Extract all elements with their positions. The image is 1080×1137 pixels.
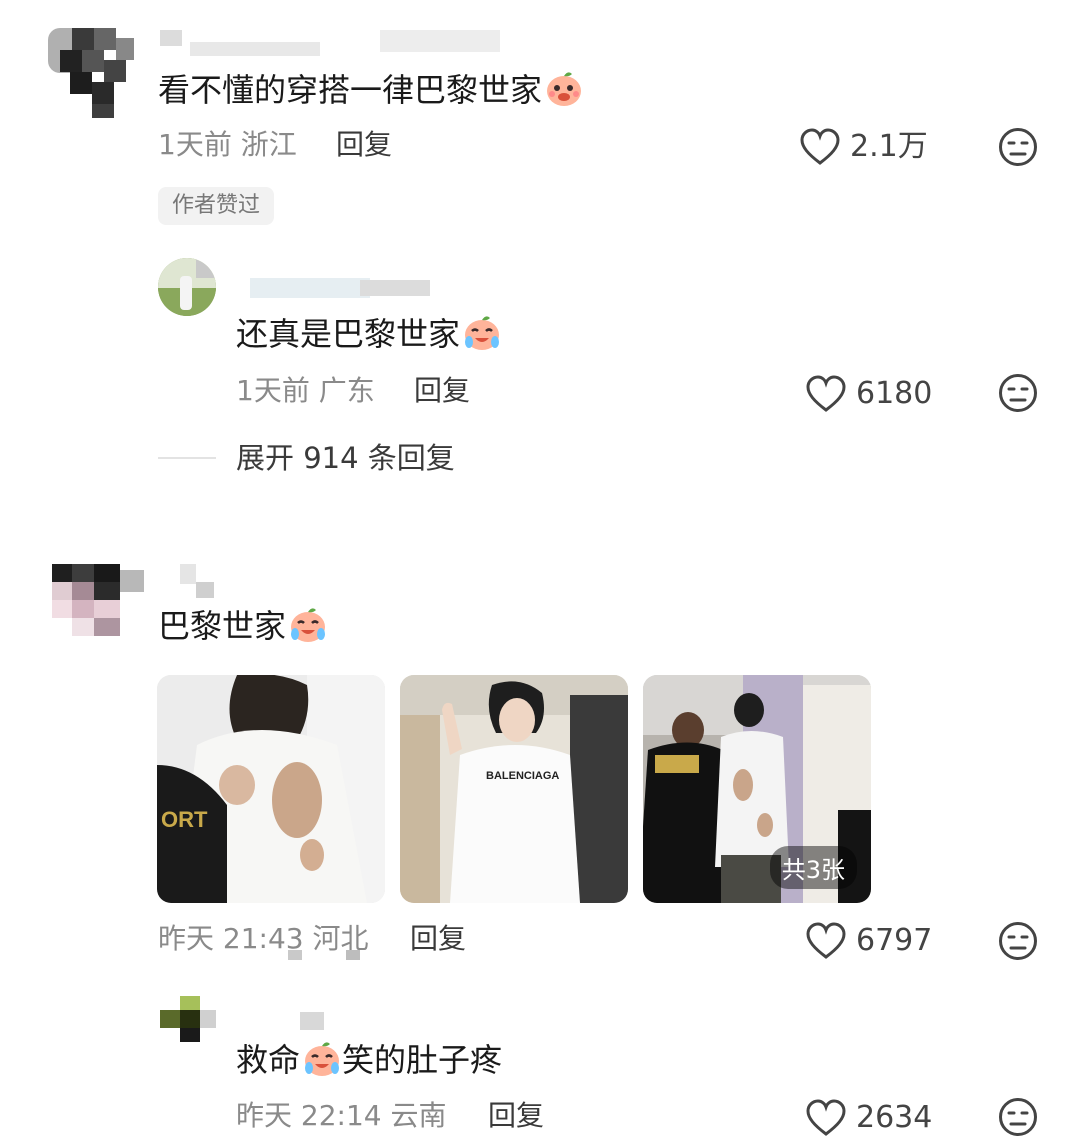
like-button[interactable]: 6797 (806, 922, 932, 960)
dislike-face-icon[interactable] (998, 127, 1038, 167)
avatar[interactable] (52, 564, 144, 636)
username-blurred[interactable] (160, 30, 182, 46)
location: 广东 (318, 374, 375, 407)
photo-person-waving: BALENCIAGA (400, 675, 628, 903)
like-button[interactable]: 6180 (806, 375, 932, 413)
username-blurred (360, 280, 430, 296)
username-blurred[interactable] (300, 1012, 324, 1030)
author-liked-badge: 作者赞过 (158, 187, 275, 225)
avatar[interactable] (160, 996, 216, 1044)
avatar[interactable] (40, 18, 140, 118)
crying-laughing-peach-emoji (465, 316, 500, 350)
comment-photo-2[interactable]: BALENCIAGA (400, 675, 628, 903)
shirt-brand-text: BALENCIAGA (486, 770, 559, 782)
dislike-face-icon[interactable] (998, 921, 1038, 961)
like-count: 6180 (856, 376, 933, 411)
crying-laughing-peach-emoji (291, 608, 326, 642)
reply-button[interactable]: 回复 (414, 373, 470, 409)
comment-text: 看不懂的穿搭一律巴黎世家 (158, 70, 584, 112)
location: 云南 (390, 1099, 447, 1132)
comment-photo-1[interactable]: ORT (157, 675, 385, 903)
timestamp: 1天前 (158, 128, 232, 161)
comment-text: 巴黎世家 (158, 606, 328, 648)
like-count: 2.1万 (850, 129, 928, 164)
like-count: 6797 (856, 923, 933, 958)
blur-overlay (346, 950, 360, 960)
svg-text:ORT: ORT (161, 807, 208, 832)
like-button[interactable]: 2.1万 (800, 128, 928, 166)
comment-meta: 1天前 广东 (236, 373, 375, 409)
like-count: 2634 (856, 1100, 933, 1135)
dislike-face-icon[interactable] (998, 1097, 1038, 1137)
comment-text: 救命 笑的肚子疼 (236, 1041, 503, 1079)
location: 河北 (312, 922, 369, 955)
timestamp: 1天前 (236, 374, 310, 407)
comment-meta: 昨天 22:14 云南 (236, 1098, 447, 1134)
reply-button[interactable]: 回复 (336, 127, 392, 163)
location: 浙江 (240, 128, 297, 161)
blur-overlay (288, 950, 302, 960)
username-blurred (196, 582, 214, 598)
like-button[interactable]: 2634 (806, 1099, 932, 1137)
heart-icon (806, 922, 846, 959)
expand-replies-button[interactable]: 展开 914 条回复 (236, 440, 455, 476)
dislike-face-icon[interactable] (998, 373, 1038, 413)
username-blurred (380, 30, 500, 52)
username-blurred[interactable] (250, 278, 370, 298)
comment-meta: 1天前 浙江 (158, 127, 297, 163)
photo-torn-shirt-back: ORT (157, 675, 385, 903)
heart-icon (806, 375, 846, 412)
timestamp: 昨天 22:14 (236, 1099, 382, 1132)
reply-button[interactable]: 回复 (488, 1098, 544, 1134)
username-blurred (190, 42, 320, 56)
laughing-peach-emoji (547, 72, 582, 106)
heart-icon (806, 1099, 846, 1136)
crying-laughing-peach-emoji (305, 1042, 340, 1076)
username-blurred[interactable] (180, 564, 196, 584)
avatar[interactable] (158, 258, 216, 316)
timestamp: 昨天 21:43 (158, 922, 304, 955)
expand-divider (158, 457, 216, 459)
photo-count-badge: 共3张 (769, 846, 857, 889)
heart-icon (800, 128, 840, 165)
comment-text: 还真是巴黎世家 (236, 314, 502, 356)
comment-meta: 昨天 21:43 河北 (158, 921, 369, 957)
reply-button[interactable]: 回复 (410, 921, 466, 957)
comment-photo-3[interactable]: 共3张 (643, 675, 871, 903)
